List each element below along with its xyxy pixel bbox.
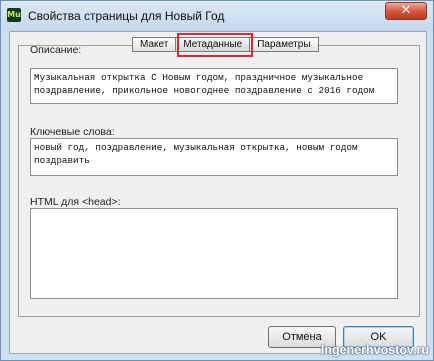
tab-layout[interactable]: Макет [132, 37, 177, 52]
window-title: Свойства страницы для Новый Год [28, 9, 225, 23]
close-button[interactable]: ✕ [385, 2, 427, 20]
description-label: Описание: [30, 44, 82, 56]
dialog-content: Макет Метаданные Параметры Описание: Муз… [9, 31, 427, 354]
title-bar[interactable]: Mu Свойства страницы для Новый Год ✕ [1, 1, 433, 31]
head-html-field[interactable] [30, 208, 398, 299]
tab-parameters[interactable]: Параметры [249, 37, 319, 52]
dialog-window: Mu Свойства страницы для Новый Год ✕ Мак… [0, 0, 434, 361]
head-html-label: HTML для <head>: [30, 196, 121, 208]
app-icon: Mu [7, 8, 21, 22]
close-icon: ✕ [400, 3, 412, 18]
description-field[interactable]: Музыкальная открытка С Новым годом, праз… [30, 68, 398, 104]
tab-highlight-box [177, 33, 253, 57]
keywords-field[interactable]: новый год, поздравление, музыкальная отк… [30, 138, 398, 176]
watermark-text: Ingenerhvostov.ru [320, 343, 429, 357]
keywords-label: Ключевые слова: [30, 126, 115, 138]
